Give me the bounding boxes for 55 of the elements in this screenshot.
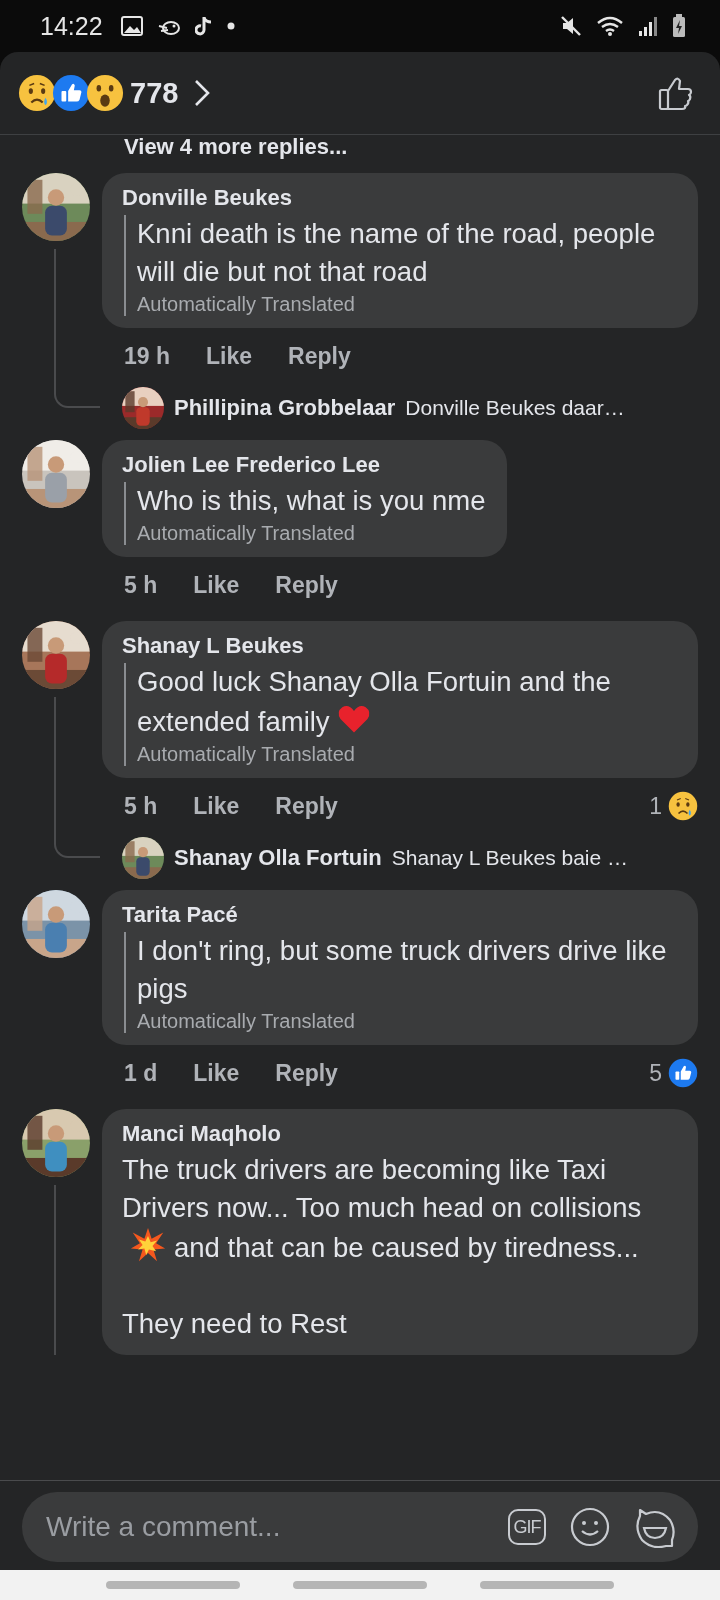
dot-icon <box>226 22 235 30</box>
smiley-icon[interactable] <box>570 1507 610 1547</box>
comment-text: The truck drivers are becoming like Taxi Drivers now... Too much head on collisions and that can be caused by tiredness... <box>122 1153 643 1265</box>
sad-face-icon <box>18 74 56 112</box>
like-link[interactable]: Like <box>193 1059 240 1087</box>
thumbs-up-icon <box>52 74 90 112</box>
reply-author[interactable]: Shanay Olla Fortuin <box>174 845 382 871</box>
reply-preview-text[interactable]: Donville Beukes daar… <box>405 396 625 420</box>
thumbs-up-icon <box>668 1058 698 1088</box>
gif-button[interactable]: GIF <box>508 1509 546 1545</box>
comment-text: Good luck Shanay Olla Fortuin and the extended family <box>137 665 612 739</box>
chevron-right-icon[interactable] <box>194 79 211 107</box>
comment-time: 19 h <box>124 342 171 370</box>
reaction-count[interactable]: 5 <box>649 1059 662 1087</box>
reply-link[interactable]: Reply <box>275 792 338 820</box>
surprised-face-icon <box>86 74 124 112</box>
translation-label: Automatically Translated <box>137 743 355 766</box>
translation-label: Automatically Translated <box>137 522 355 545</box>
reply-link[interactable]: Reply <box>275 1059 338 1087</box>
author-name[interactable]: Shanay L Beukes <box>122 633 304 659</box>
reply-link[interactable]: Reply <box>275 571 338 599</box>
translation-label: Automatically Translated <box>137 293 355 316</box>
author-name[interactable]: Manci Maqholo <box>122 1121 281 1147</box>
comment-text: I don't ring, but some truck drivers drive like pigs <box>137 934 668 1006</box>
sad-face-icon <box>668 791 698 821</box>
thumbs-up-icon[interactable] <box>658 75 694 111</box>
sticker-icon[interactable] <box>634 1506 676 1548</box>
wifi-icon <box>596 15 624 37</box>
battery-icon <box>672 14 686 38</box>
mute-icon <box>560 15 582 37</box>
comment-text: Who is this, what is you nme <box>137 484 486 518</box>
translation-label: Automatically Translated <box>137 1010 355 1033</box>
comment-time: 5 h <box>124 792 158 820</box>
comment-text: Knni death is the name of the road, people will die but not that road <box>137 217 657 289</box>
like-link[interactable]: Like <box>206 342 253 370</box>
like-link[interactable]: Like <box>193 792 240 820</box>
author-name[interactable]: Tarita Pacé <box>122 902 238 928</box>
comment-field[interactable]: Write a comment... GIF <box>22 1492 698 1562</box>
reaction-count[interactable]: 1 <box>649 792 662 820</box>
reply-link[interactable]: Reply <box>288 342 351 370</box>
like-link[interactable]: Like <box>193 571 240 599</box>
comment-time: 5 h <box>124 571 158 599</box>
view-more-replies-link[interactable]: View 4 more replies... <box>124 135 348 159</box>
explosion-icon <box>130 1227 166 1263</box>
signal-icon <box>638 15 658 37</box>
reaction-total[interactable]: 778 <box>130 76 179 110</box>
image-icon <box>120 16 143 36</box>
reply-author[interactable]: Phillipina Grobbelaar <box>174 395 396 421</box>
clock: 14:22 <box>40 11 103 41</box>
music-note-icon <box>194 16 213 36</box>
reply-preview-text[interactable]: Shanay L Beukes baie … <box>391 846 629 870</box>
comment-time: 1 d <box>124 1059 158 1087</box>
author-name[interactable]: Jolien Lee Frederico Lee <box>122 452 380 478</box>
author-name[interactable]: Donville Beukes <box>122 185 292 211</box>
comment-text: They need to Rest <box>122 1307 348 1341</box>
